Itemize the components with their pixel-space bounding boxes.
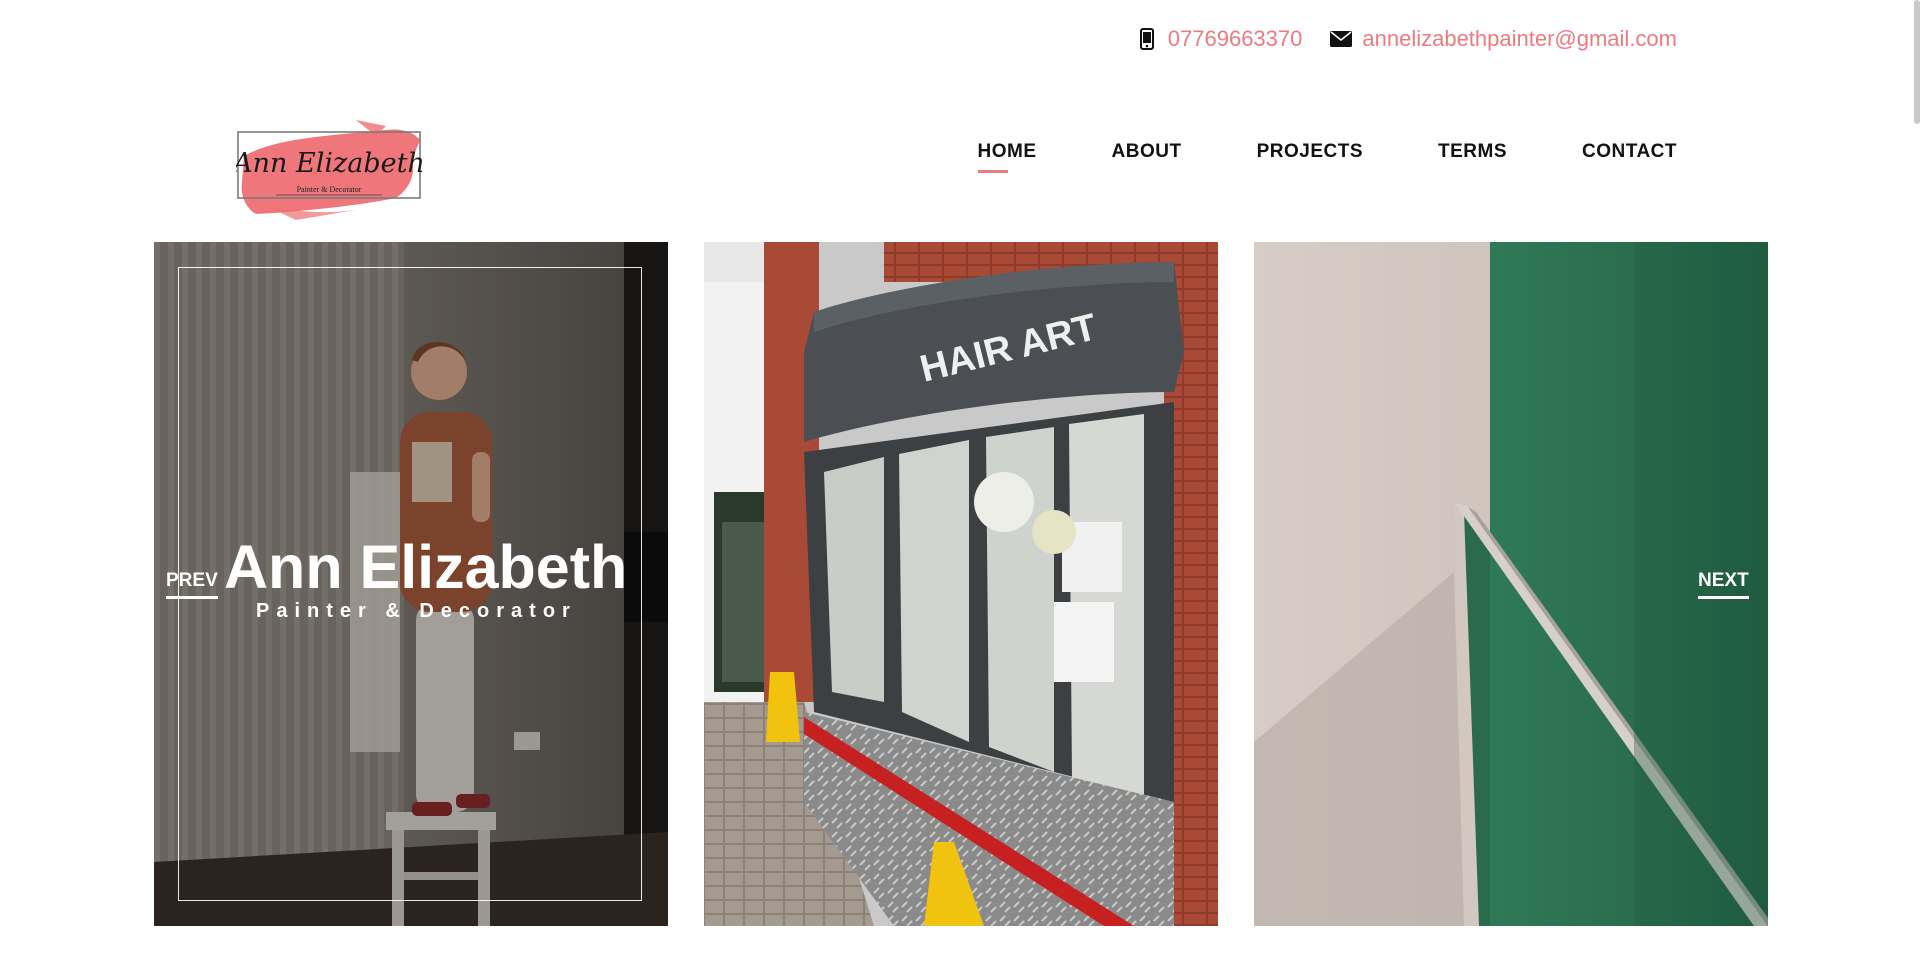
hero-title: Ann Elizabeth [224, 533, 628, 601]
email-address: annelizabethpainter@gmail.com [1362, 26, 1677, 51]
hero-slider: Ann Elizabeth Painter & Decorator HAIR A… [154, 242, 1768, 926]
email-link[interactable]: annelizabethpainter@gmail.com [1330, 26, 1677, 52]
nav-home[interactable]: HOME [977, 141, 1037, 173]
slide-image-shopfront[interactable]: HAIR ART [704, 242, 1218, 926]
nav-terms[interactable]: TERMS [1438, 141, 1507, 173]
phone-number: 07769663370 [1167, 26, 1303, 51]
site-logo[interactable]: Ann Elizabeth Painter & Decorator [230, 116, 425, 220]
contact-bar: 07769663370 annelizabethpainter@gmail.co… [1136, 26, 1677, 52]
phone-link[interactable]: 07769663370 [1136, 26, 1303, 52]
logo-name: Ann Elizabeth [236, 148, 422, 179]
logo-tagline: Painter & Decorator [297, 185, 362, 194]
page-scrollbar[interactable] [1914, 0, 1920, 124]
envelope-icon [1330, 28, 1353, 50]
slide-image-painter[interactable]: Ann Elizabeth Painter & Decorator [154, 242, 668, 926]
nav-projects[interactable]: PROJECTS [1257, 141, 1363, 173]
mobile-phone-icon [1136, 28, 1158, 50]
slider-prev-button[interactable]: PREV [166, 570, 218, 599]
slide-image-wall[interactable] [1254, 242, 1768, 926]
nav-about[interactable]: ABOUT [1112, 141, 1182, 173]
main-nav: HOME ABOUT PROJECTS TERMS CONTACT [903, 141, 1677, 173]
hero-subtitle: Painter & Decorator [256, 600, 577, 622]
nav-contact[interactable]: CONTACT [1582, 141, 1677, 173]
slider-next-button[interactable]: NEXT [1698, 570, 1749, 599]
